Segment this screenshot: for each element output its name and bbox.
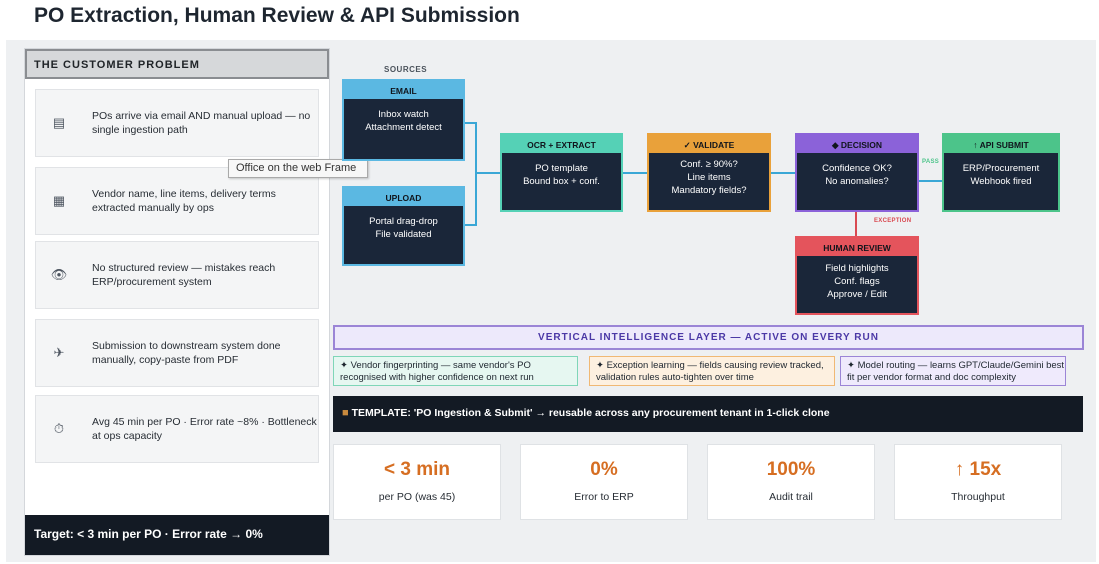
validate-node-title: ✓ VALIDATE: [683, 140, 735, 150]
stat-value: 0%: [590, 459, 618, 480]
decision-node-line: Confidence OK?: [822, 163, 892, 174]
exception-label: EXCEPTION: [874, 218, 912, 224]
connector-decision-api: [918, 180, 942, 182]
stat-card-throughput: ↑ 15x Throughput: [894, 444, 1062, 520]
upload-node-line: Portal drag-drop: [369, 216, 438, 227]
email-node-title: EMAIL: [390, 86, 417, 96]
email-source-node: EMAIL Inbox watch Attachment detect: [342, 79, 465, 161]
connector-validate-decision: [770, 172, 795, 174]
api-node-header: ↑ API SUBMIT: [944, 135, 1058, 153]
api-node-line: ERP/Procurement: [962, 163, 1040, 174]
email-icon: ▤: [52, 115, 66, 130]
problem-item-text: Vendor name, line items, delivery terms …: [92, 188, 276, 214]
customer-problem-header: THE CUSTOMER PROBLEM: [25, 49, 329, 79]
review-node-title: HUMAN REVIEW: [823, 243, 891, 253]
stat-card-time: < 3 min per PO (was 45): [333, 444, 501, 520]
page-title: PO Extraction, Human Review & API Submis…: [34, 4, 520, 27]
connector-to-ocr: [475, 172, 501, 174]
decision-node-header: ◆ DECISION: [797, 135, 917, 153]
upload-node-line: File validated: [375, 229, 432, 240]
ocr-node-line: Bound box + conf.: [523, 176, 600, 187]
problem-item-text: No structured review — mistakes reach ER…: [92, 262, 276, 288]
stat-card-error: 0% Error to ERP: [520, 444, 688, 520]
stat-label: per PO (was 45): [378, 491, 456, 503]
review-node-line: Conf. flags: [834, 276, 880, 287]
frame-tooltip: Office on the web Frame: [228, 159, 368, 178]
review-node-line: Field highlights: [825, 263, 889, 274]
problem-item-manual-submission: ✈ Submission to downstream system done m…: [35, 319, 319, 387]
problem-item-no-review: 👁 No structured review — mistakes reach …: [35, 241, 319, 309]
stat-card-audit: 100% Audit trail: [707, 444, 875, 520]
problem-item-text: POs arrive via email AND manual upload —…: [92, 110, 311, 136]
problem-item-text: Submission to downstream system done man…: [92, 340, 281, 366]
validate-node: ✓ VALIDATE Conf. ≥ 90%? Line items Manda…: [647, 133, 771, 212]
problem-item-ingestion: ▤ POs arrive via email AND manual upload…: [35, 89, 319, 157]
stat-value: ↑ 15x: [954, 459, 1002, 480]
satellite-icon: ✈: [53, 345, 65, 360]
intel-card-vendor-fingerprinting: ✦ Vendor fingerprinting — same vendor's …: [333, 356, 578, 386]
email-node-header: EMAIL: [344, 81, 463, 99]
sources-label: SOURCES: [384, 65, 428, 74]
api-submit-node: ↑ API SUBMIT ERP/Procurement Webhook fir…: [942, 133, 1060, 212]
intelligence-layer-banner: VERTICAL INTELLIGENCE LAYER — ACTIVE ON …: [333, 325, 1084, 350]
upload-source-node: UPLOAD Portal drag-drop File validated: [342, 186, 465, 266]
connector-decision-review: [855, 212, 857, 236]
review-node-line: Approve / Edit: [827, 289, 887, 300]
decision-node: ◆ DECISION Confidence OK? No anomalies?: [795, 133, 919, 212]
email-node-line: Attachment detect: [365, 122, 442, 133]
stopwatch-icon: ⏱: [53, 421, 65, 436]
decision-node-line: No anomalies?: [825, 176, 889, 187]
document-icon: ▦: [52, 193, 66, 208]
human-review-node: HUMAN REVIEW Field highlights Conf. flag…: [795, 236, 919, 315]
api-node-line: Webhook fired: [970, 176, 1032, 187]
target-banner: Target: < 3 min per PO · Error rate → 0%: [25, 515, 329, 555]
validate-node-line: Conf. ≥ 90%?: [680, 159, 738, 170]
connector-ocr-validate: [622, 172, 647, 174]
ocr-node-line: PO template: [535, 163, 588, 174]
stat-value: 100%: [766, 459, 816, 480]
decision-node-title: ◆ DECISION: [832, 140, 882, 150]
validate-node-header: ✓ VALIDATE: [649, 135, 769, 153]
intel-card-exception-learning: ✦ Exception learning — fields causing re…: [589, 356, 835, 386]
stat-value: < 3 min: [384, 459, 450, 480]
pass-label: PASS: [922, 159, 940, 165]
api-node-title: ↑ API SUBMIT: [973, 140, 1029, 150]
package-icon: ■: [342, 407, 349, 419]
review-node-header: HUMAN REVIEW: [797, 238, 917, 256]
ocr-extract-node: OCR + EXTRACT PO template Bound box + co…: [500, 133, 623, 212]
problem-item-text: Avg 45 min per PO · Error rate ~8% · Bot…: [92, 416, 317, 442]
upload-node-header: UPLOAD: [344, 188, 463, 206]
template-text: TEMPLATE: 'PO Ingestion & Submit' → reus…: [351, 407, 830, 419]
template-banner: ■ TEMPLATE: 'PO Ingestion & Submit' → re…: [333, 396, 1083, 432]
stat-label: Throughput: [951, 491, 1005, 503]
ocr-node-header: OCR + EXTRACT: [502, 135, 621, 153]
problem-item-metrics: ⏱ Avg 45 min per PO · Error rate ~8% · B…: [35, 395, 319, 463]
customer-problem-panel: THE CUSTOMER PROBLEM ▤ POs arrive via em…: [24, 48, 330, 556]
ocr-node-title: OCR + EXTRACT: [527, 140, 596, 150]
validate-node-line: Mandatory fields?: [671, 185, 747, 196]
validate-node-line: Line items: [687, 172, 731, 183]
email-node-line: Inbox watch: [378, 109, 429, 120]
stat-label: Error to ERP: [574, 491, 634, 503]
eye-icon: 👁: [50, 267, 68, 282]
intel-card-model-routing: ✦ Model routing — learns GPT/Claude/Gemi…: [840, 356, 1066, 386]
connector-sources-merge: [475, 122, 477, 226]
upload-node-title: UPLOAD: [385, 193, 422, 203]
stat-label: Audit trail: [769, 491, 813, 503]
